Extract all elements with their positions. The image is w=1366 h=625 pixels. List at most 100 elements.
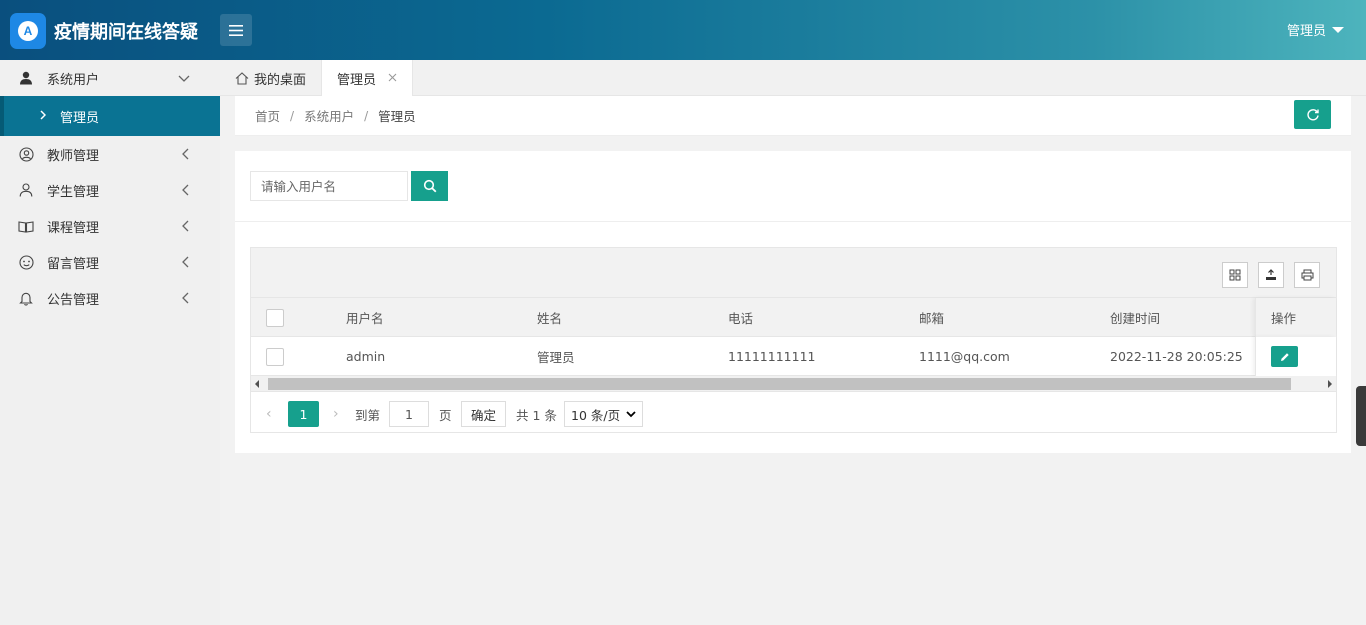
chevron-left-icon: [182, 256, 190, 272]
tab-label: 我的桌面: [254, 72, 307, 88]
chevron-left-icon: [182, 184, 190, 200]
app-logo[interactable]: A 疫情期间在线答疑: [10, 13, 198, 49]
logo-letter: A: [18, 21, 38, 41]
print-icon: [1301, 269, 1313, 281]
column-header-email[interactable]: 邮箱: [919, 298, 944, 337]
page-size-value: 10 条/页: [571, 407, 621, 423]
bell-icon: [18, 290, 34, 306]
sidebar-item-system-users[interactable]: 系统用户: [0, 60, 220, 96]
user-outline-icon: [18, 182, 34, 198]
refresh-button[interactable]: [1294, 100, 1331, 129]
column-header-created[interactable]: 创建时间: [1110, 298, 1160, 337]
sidebar-item-label: 公告管理: [47, 292, 100, 308]
sidebar-item-label: 留言管理: [47, 256, 100, 272]
export-icon: [1266, 269, 1276, 280]
sidebar-item-notices[interactable]: 公告管理: [0, 280, 220, 316]
next-page-icon[interactable]: ›: [333, 401, 339, 427]
side-widget[interactable]: [1356, 386, 1366, 446]
main-card: 用户名 姓名 电话 邮箱 创建时间 操作 admin 管理员 111111111…: [235, 151, 1351, 453]
tab-label: 管理员: [337, 73, 377, 88]
breadcrumb-system-users[interactable]: 系统用户: [304, 106, 354, 125]
table-header: 用户名 姓名 电话 邮箱 创建时间 操作: [251, 298, 1336, 337]
goto-confirm-button[interactable]: 确定: [461, 401, 507, 427]
breadcrumb: 首页 / 系统用户 / 管理员: [235, 96, 1351, 136]
sidebar-item-label: 学生管理: [47, 184, 100, 200]
scrollbar-thumb[interactable]: [268, 378, 1291, 390]
column-header-phone[interactable]: 电话: [728, 298, 753, 337]
row-checkbox[interactable]: [266, 347, 284, 366]
sidebar-item-messages[interactable]: 留言管理: [0, 244, 220, 280]
username-search-input[interactable]: [250, 171, 408, 201]
horizontal-scrollbar[interactable]: [251, 376, 1336, 392]
cell-username: admin: [346, 349, 386, 364]
table-toolbar: [251, 248, 1336, 298]
user-solid-icon: [18, 70, 34, 86]
page-label: 页: [439, 407, 452, 423]
user-menu[interactable]: 管理员: [1287, 20, 1344, 39]
cell-actions: [1255, 337, 1336, 376]
column-header-actions: 操作: [1271, 311, 1297, 326]
sidebar: 系统用户 管理员 教师管理 学生管理 课程管理 留言管理 公告管理: [0, 60, 220, 625]
user-circle-icon: [18, 146, 34, 162]
chevron-down-icon: [178, 72, 190, 87]
sidebar-item-label: 系统用户: [47, 72, 100, 88]
cell-created: 2022-11-28 20:05:25: [1110, 349, 1243, 364]
search-icon: [423, 179, 436, 193]
grid-icon: [1229, 269, 1241, 281]
chevron-left-icon: [182, 292, 190, 308]
page-size-select[interactable]: 10 条/页: [564, 401, 644, 427]
book-icon: [18, 218, 34, 234]
column-header-name[interactable]: 姓名: [537, 298, 562, 337]
chevron-down-icon: [626, 410, 636, 417]
tab-my-desktop[interactable]: 我的桌面: [220, 60, 321, 96]
print-button[interactable]: [1294, 262, 1320, 288]
goto-page-input[interactable]: [389, 401, 429, 427]
top-header: A 疫情期间在线答疑 管理员: [0, 0, 1366, 60]
cell-email: 1111@qq.com: [919, 349, 1010, 364]
pencil-icon: [1280, 352, 1289, 361]
home-icon: [235, 71, 249, 85]
sidebar-item-teachers[interactable]: 教师管理: [0, 136, 220, 172]
select-all-checkbox[interactable]: [266, 308, 284, 327]
chevron-right-icon: [40, 109, 47, 124]
chevron-left-icon: [182, 148, 190, 164]
edit-button[interactable]: [1271, 346, 1298, 367]
sidebar-item-label: 教师管理: [47, 148, 100, 164]
sidebar-item-courses[interactable]: 课程管理: [0, 208, 220, 244]
scroll-left-icon[interactable]: [255, 380, 259, 388]
export-button[interactable]: [1258, 262, 1284, 288]
tab-bar: 我的桌面 管理员: [220, 60, 1366, 97]
tab-admin[interactable]: 管理员: [321, 60, 414, 97]
sidebar-subitem-label: 管理员: [60, 110, 100, 126]
smile-icon: [18, 254, 34, 270]
scroll-right-icon[interactable]: [1328, 380, 1332, 388]
cell-name: 管理员: [537, 350, 575, 365]
column-header-actions-cell: 操作: [1255, 298, 1336, 337]
menu-toggle-button[interactable]: [220, 14, 252, 46]
breadcrumb-current: 管理员: [378, 109, 416, 124]
refresh-icon: [1306, 108, 1319, 120]
table-row[interactable]: admin 管理员 11111111111 1111@qq.com 2022-1…: [251, 337, 1336, 376]
divider: [235, 221, 1351, 222]
close-icon[interactable]: [388, 71, 397, 86]
sidebar-item-label: 课程管理: [47, 220, 100, 236]
logo-icon: A: [10, 13, 46, 49]
user-name: 管理员: [1286, 24, 1326, 39]
breadcrumb-separator: /: [364, 108, 369, 123]
sidebar-subitem-admin[interactable]: 管理员: [0, 96, 220, 136]
user-table: 用户名 姓名 电话 邮箱 创建时间 操作 admin 管理员 111111111…: [250, 247, 1337, 433]
total-count: 共 1 条: [516, 407, 557, 423]
chevron-left-icon: [182, 220, 190, 236]
app-title: 疫情期间在线答疑: [54, 22, 198, 43]
search-button[interactable]: [411, 171, 448, 201]
sidebar-item-students[interactable]: 学生管理: [0, 172, 220, 208]
columns-filter-button[interactable]: [1222, 262, 1248, 288]
column-header-username[interactable]: 用户名: [346, 298, 384, 337]
cell-phone: 11111111111: [728, 349, 816, 364]
pagination: ‹ 1 › 到第 页 确定 共 1 条 10 条/页: [251, 392, 1336, 432]
prev-page-icon[interactable]: ‹: [266, 401, 272, 427]
goto-label: 到第: [355, 407, 381, 423]
page-number-current[interactable]: 1: [288, 401, 319, 427]
hamburger-icon: [229, 24, 243, 36]
breadcrumb-home[interactable]: 首页: [255, 106, 280, 125]
